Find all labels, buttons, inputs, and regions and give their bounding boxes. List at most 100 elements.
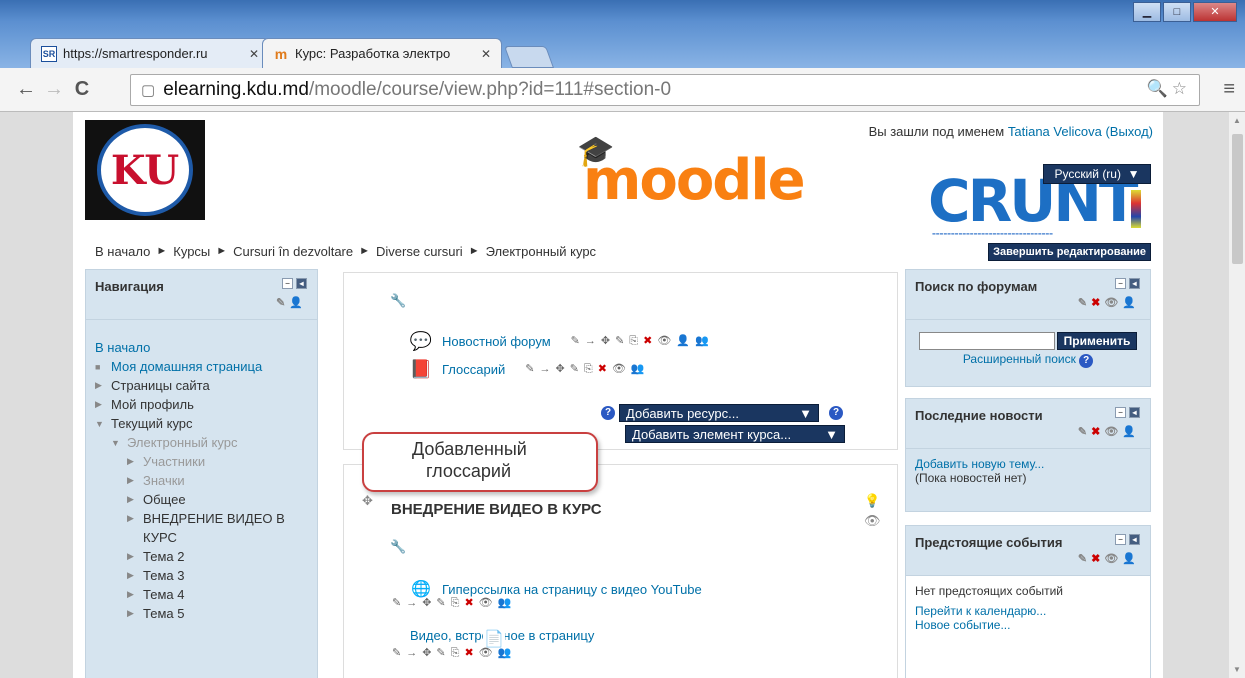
visibility-eye-icon[interactable]: 👁 [864, 513, 881, 529]
block-edit-icons[interactable]: ✎👤 [276, 296, 307, 309]
nav-item-topic-2[interactable]: ▶ Тема 2 [95, 547, 317, 566]
help-icon[interactable]: ? [1079, 354, 1094, 368]
nav-item-label: Текущий курс [111, 416, 193, 431]
nav-item-topic-3[interactable]: ▶ Тема 3 [95, 566, 317, 585]
add-activity-select[interactable]: Добавить элемент курса... ▼ [625, 425, 845, 443]
block-edit-icons[interactable]: ✎✖👁👤 [1078, 296, 1140, 309]
search-apply-button[interactable]: Применить [1056, 332, 1138, 350]
tab-smartresponder[interactable]: SR https://smartresponder.ru ✕ [30, 38, 270, 68]
chevron-right-icon: ▶ [127, 456, 134, 466]
nav-item-general[interactable]: ▶ Общее [95, 490, 317, 509]
activity-link[interactable]: Гиперссылка на страницу с видео YouTube [442, 582, 702, 597]
nav-item-label: Тема 4 [143, 587, 185, 602]
new-tab-button[interactable] [503, 46, 555, 68]
nav-item-label[interactable]: В начало [95, 340, 150, 355]
vertical-scrollbar[interactable]: ▲ ▼ [1228, 112, 1245, 678]
help-icon[interactable]: ? [829, 406, 843, 420]
nav-item-topic-5[interactable]: ▶ Тема 5 [95, 604, 317, 623]
stop-editing-button[interactable]: Завершить редактирование [988, 243, 1151, 261]
edit-summary-wrench-icon[interactable]: 🔧 [390, 293, 406, 309]
address-bar[interactable]: ▢ elearning.kdu.md/moodle/course/view.ph… [130, 74, 1200, 106]
tab-title: https://smartresponder.ru [63, 46, 208, 61]
activity-edit-tools[interactable]: ✎→✥✎⎘✖👁👥 [525, 362, 649, 376]
login-prefix: Вы зашли под именем [868, 124, 1005, 139]
calendar-link[interactable]: Перейти к календарю... [915, 604, 1046, 618]
zoom-star-icons[interactable]: 🔍☆ [1147, 79, 1191, 99]
block-controls: − ◂ [1115, 407, 1140, 418]
block-edit-icons[interactable]: ✎✖👁👤 [1078, 552, 1140, 565]
edit-summary-wrench-icon[interactable]: 🔧 [390, 539, 406, 555]
forward-arrow-icon[interactable]: → [40, 78, 68, 101]
nav-item-home[interactable]: В начало [95, 338, 317, 357]
browser-titlebar: ▁ □ ✕ SR https://smartresponder.ru ✕ m К… [0, 0, 1245, 70]
block-edit-icons[interactable]: ✎✖👁👤 [1078, 425, 1140, 438]
nav-item-site-pages[interactable]: ▶ Страницы сайта [95, 376, 317, 395]
upcoming-events-block: Предстоящие события − ◂ ✎✖👁👤 Нет предсто… [905, 525, 1151, 678]
back-arrow-icon[interactable]: ← [12, 78, 40, 101]
nav-item-course[interactable]: ▼ Электронный курс [95, 433, 317, 452]
dock-icon[interactable]: ◂ [1129, 534, 1140, 545]
moodle-logo[interactable]: 🎓 moodle [577, 134, 806, 213]
latest-news-header: Последние новости − ◂ ✎✖👁👤 [906, 399, 1150, 449]
breadcrumb-item[interactable]: Курсы [173, 244, 210, 259]
maximize-button[interactable]: □ [1163, 2, 1191, 22]
window-controls: ▁ □ ✕ [1131, 2, 1237, 22]
tab-course[interactable]: m Курс: Разработка электро ✕ [262, 38, 502, 68]
nav-item-video-section[interactable]: ▶ ВНЕДРЕНИЕ ВИДЕО В [95, 509, 317, 528]
nav-item-profile[interactable]: ▶ Мой профиль [95, 395, 317, 414]
upcoming-events-title: Предстоящие события [915, 535, 1063, 550]
chevron-right-icon: ▶ [127, 551, 134, 561]
move-section-icon[interactable]: ✥ [362, 493, 373, 509]
activity-link[interactable]: Глоссарий [442, 362, 505, 377]
reload-icon[interactable]: C [68, 78, 96, 101]
url-path: /moodle/course/view.php?id=111#section-0 [308, 79, 672, 100]
collapse-icon[interactable]: − [1115, 534, 1126, 545]
nav-item-label: Электронный курс [127, 435, 238, 450]
breadcrumb-item[interactable]: Электронный курс [486, 244, 596, 259]
scroll-down-arrow-icon[interactable]: ▼ [1233, 665, 1241, 674]
section-0: 🔧 💬 Новостной форум ✎→✥✎⎘✖👁👤👥 📕 Глоссари… [343, 272, 898, 450]
user-name-link[interactable]: Tatiana Velicova [1008, 124, 1102, 139]
activity-edit-tools[interactable]: ✎→✥✎⎘✖👁👤👥 [571, 334, 714, 348]
add-resource-label: Добавить ресурс... [626, 405, 739, 421]
scroll-up-arrow-icon[interactable]: ▲ [1233, 116, 1241, 125]
forum-search-input[interactable] [918, 332, 1055, 350]
browser-menu-icon[interactable]: ≡ [1223, 78, 1235, 101]
nav-item-badges[interactable]: ▶ Значки [95, 471, 317, 490]
nav-item-topic-4[interactable]: ▶ Тема 4 [95, 585, 317, 604]
dock-icon[interactable]: ◂ [1129, 278, 1140, 289]
collapse-icon[interactable]: − [1115, 278, 1126, 289]
nav-item-label[interactable]: Моя домашняя страница [111, 359, 262, 374]
block-controls: − ◂ [282, 278, 307, 289]
tab-close-icon[interactable]: ✕ [481, 47, 491, 61]
logout-link[interactable]: (Выход) [1105, 124, 1153, 139]
close-window-button[interactable]: ✕ [1193, 2, 1237, 22]
help-icon[interactable]: ? [601, 406, 615, 420]
advanced-search-link[interactable]: Расширенный поиск [963, 352, 1076, 366]
activity-edit-tools[interactable]: ✎→✥✎⎘✖👁👥 [392, 596, 516, 610]
collapse-icon[interactable]: − [1115, 407, 1126, 418]
nav-item-participants[interactable]: ▶ Участники [95, 452, 317, 471]
kdu-logo[interactable]: KU [85, 120, 205, 220]
collapse-icon[interactable]: − [282, 278, 293, 289]
dock-icon[interactable]: ◂ [296, 278, 307, 289]
latest-news-body: Добавить новую тему... (Пока новостей не… [906, 449, 1150, 493]
dock-icon[interactable]: ◂ [1129, 407, 1140, 418]
highlight-bulb-icon[interactable]: 💡 [864, 493, 880, 509]
nav-item-dashboard[interactable]: ■ Моя домашняя страница [95, 357, 317, 376]
nav-item-current-course[interactable]: ▼ Текущий курс [95, 414, 317, 433]
scrollbar-thumb[interactable] [1232, 134, 1243, 264]
tab-close-icon[interactable]: ✕ [249, 47, 259, 61]
language-select[interactable]: Русский (ru) ▼ [1043, 164, 1151, 184]
minimize-button[interactable]: ▁ [1133, 2, 1161, 22]
breadcrumb-item[interactable]: Cursuri în dezvoltare [233, 244, 353, 259]
callout-annotation: Добавленный глоссарий [362, 432, 598, 492]
activity-link[interactable]: Новостной форум [442, 334, 551, 349]
breadcrumb-item[interactable]: В начало [95, 244, 150, 259]
new-event-link[interactable]: Новое событие... [915, 618, 1010, 632]
chevron-right-icon: ▶ [95, 380, 102, 390]
breadcrumb-item[interactable]: Diverse cursuri [376, 244, 463, 259]
activity-edit-tools[interactable]: ✎→✥✎⎘✖👁👥 [392, 646, 516, 660]
add-topic-link[interactable]: Добавить новую тему... [915, 457, 1044, 471]
add-resource-select[interactable]: Добавить ресурс... ▼ [619, 404, 819, 422]
